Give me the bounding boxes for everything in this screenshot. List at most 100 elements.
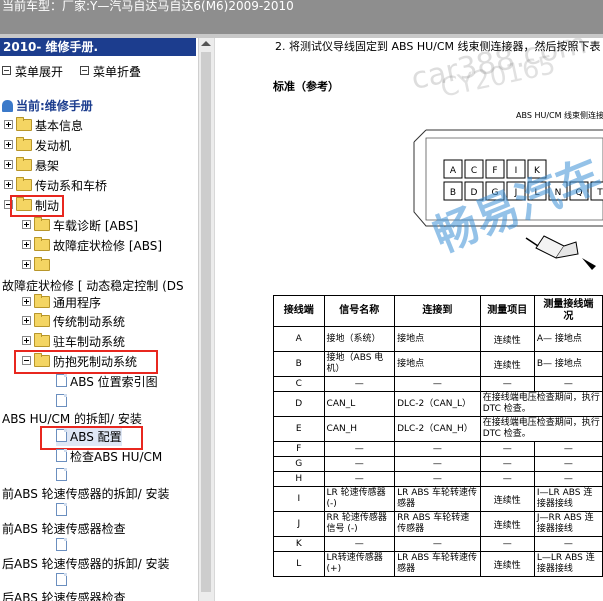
table-body: A 接地（系统） 接地点 连续性 A— 接地点 B 接地（ABS 电机） 接地点 连续性 B— 接… xyxy=(273,326,603,577)
table-row: I LR 轮速传感器 (-) LR ABS 车轮转速传感器 连续性 I—LR ABS 连… xyxy=(273,486,603,512)
expand-icon xyxy=(2,66,11,75)
table-header-cell: 连接到 xyxy=(394,295,481,327)
table-cell: 接地（ABS 电机） xyxy=(323,351,396,377)
vehicle-model-title: 当前车型：厂家:Y—汽马自达马自达6(M6)2009-2010 xyxy=(2,0,294,13)
table-cell: D xyxy=(273,391,325,417)
tree-item-blank-doc[interactable] xyxy=(56,537,70,555)
table-row: G — — — — xyxy=(273,456,603,472)
sidebar-scrollbar[interactable] xyxy=(198,38,214,601)
table-cell: K xyxy=(273,536,325,552)
table-header-row: 接线端 信号名称 连接到 测量项目 测量接线端 况 xyxy=(273,295,603,327)
connector-diagram: ABS HU/CM 线束侧连接 ACFIKBDGJLNQTW xyxy=(413,110,603,270)
tree-item-rear-sensor-removal[interactable]: 后ABS 轮速传感器的拆卸/ 安装 xyxy=(2,555,170,573)
tree-item-front-sensor-removal[interactable]: 前ABS 轮速传感器的拆卸/ 安装 xyxy=(2,485,170,503)
folder-icon xyxy=(34,313,50,327)
expand-toggle-icon xyxy=(4,140,13,149)
tree-item-conventional-brake[interactable]: 传统制动系统 xyxy=(22,313,125,331)
tree-item-symptom-abs[interactable]: 故障症状检修 [ABS] xyxy=(22,237,162,255)
tree-item-obd-abs[interactable]: 车载诊断 [ABS] xyxy=(22,217,138,235)
expand-toggle-icon xyxy=(4,160,13,169)
table-cell: — xyxy=(323,456,396,472)
table-cell: 接地（系统） xyxy=(323,326,396,352)
highlight-box-abs-configuration xyxy=(40,426,143,450)
table-header-cell: 测量接线端 况 xyxy=(533,295,603,327)
folder-icon xyxy=(16,137,32,151)
table-cell: H xyxy=(273,471,325,487)
tree-item-blank-doc[interactable] xyxy=(56,572,70,590)
probe-icon xyxy=(525,235,596,270)
document-icon xyxy=(56,503,67,516)
document-icon xyxy=(56,573,67,586)
step-2-text: 2. 将测试仪导线固定到 ABS HU/CM 线束侧连接器，然后按照下表 xyxy=(275,40,601,53)
table-row: A 接地（系统） 接地点 连续性 A— 接地点 xyxy=(273,326,603,352)
collapse-all-button[interactable]: 菜单折叠 xyxy=(80,63,141,80)
folder-icon xyxy=(16,117,32,131)
table-cell: F xyxy=(273,441,325,457)
tree-item-parking-brake[interactable]: 驻车制动系统 xyxy=(22,333,125,351)
table-cell: — xyxy=(533,456,603,472)
table-cell: LR转速传感器 (+) xyxy=(323,551,396,577)
connector-pin-label: B xyxy=(450,188,456,198)
tree-item-abs-location-index[interactable]: ABS 位置索引图 xyxy=(56,373,158,391)
table-header-cell: 测量项目 xyxy=(479,295,535,327)
tree-item-blank-folder[interactable] xyxy=(22,257,53,275)
connector-inner-frame xyxy=(425,137,603,221)
connector-pin-label: A xyxy=(450,166,457,176)
tree-item-rear-sensor-inspection[interactable]: 后ABS 轮速传感器检查 xyxy=(2,589,126,601)
scrollbar-thumb[interactable] xyxy=(201,52,211,592)
table-cell: — xyxy=(533,536,603,552)
expand-toggle-icon xyxy=(4,120,13,129)
table-cell: — xyxy=(394,471,481,487)
folder-icon xyxy=(34,257,50,271)
table-row: E CAN_H DLC-2（CAN_H） 在接线端电压检查期间，执行 DTC 检查。 xyxy=(273,416,603,442)
table-cell: B xyxy=(273,351,325,377)
current-manual-node[interactable]: 当前:维修手册 xyxy=(2,97,93,115)
table-header-cell: 信号名称 xyxy=(323,295,396,327)
table-cell: 连续性 xyxy=(479,511,535,537)
table-row: K — — — — xyxy=(273,536,603,552)
table-cell: 在接线端电压检查期间，执行 DTC 检查。 xyxy=(479,416,603,442)
connector-pin-label: Q xyxy=(575,188,582,198)
table-cell: J—RR ABS 连接器接线 xyxy=(533,511,603,537)
table-cell: RR ABS 车轮转速传感器 xyxy=(394,511,481,537)
connector-pin-label: L xyxy=(534,188,539,198)
table-row: L LR转速传感器 (+) LR ABS 车轮转速传感器 连续性 L—LR ABS 连接… xyxy=(273,551,603,577)
highlight-box-abs-system xyxy=(14,350,158,374)
tree-item-front-sensor-inspection[interactable]: 前ABS 轮速传感器检查 xyxy=(2,520,126,538)
connector-pin-label: D xyxy=(471,188,478,198)
tree-item-general-procedures[interactable]: 通用程序 xyxy=(22,294,101,312)
connector-pin-label: T xyxy=(596,188,603,198)
expand-all-button[interactable]: 菜单展开 xyxy=(2,63,63,80)
tree-item-symptom-dsc[interactable]: 故障症状检修 [ 动态稳定控制 (DS xyxy=(2,277,184,295)
table-cell: DLC-2（CAN_L） xyxy=(394,391,481,417)
table-cell: 连续性 xyxy=(479,551,535,577)
table-cell: DLC-2（CAN_H） xyxy=(394,416,481,442)
table-row: B 接地（ABS 电机） 接地点 连续性 B— 接地点 xyxy=(273,351,603,377)
table-cell: 接地点 xyxy=(394,351,481,377)
manual-icon xyxy=(2,100,13,112)
connector-caption: ABS HU/CM 线束侧连接 xyxy=(516,110,603,120)
expand-toggle-icon xyxy=(22,336,31,345)
tree-item-drivetrain[interactable]: 传动系和车桥 xyxy=(4,177,107,195)
tree-item-abs-hucm-inspection[interactable]: 检查ABS HU/CM xyxy=(56,448,162,466)
folder-icon xyxy=(16,157,32,171)
table-cell: I—LR ABS 连接器接线 xyxy=(533,486,603,512)
document-icon xyxy=(56,538,67,551)
table-cell: CAN_H xyxy=(323,416,396,442)
table-cell: — xyxy=(479,536,535,552)
table-cell: RR 轮速传感器信号 (-) xyxy=(323,511,396,537)
tree-item-blank-doc[interactable] xyxy=(56,467,70,485)
table-cell: L xyxy=(273,551,325,577)
scroll-up-arrow-icon[interactable] xyxy=(201,41,211,46)
tree-item-blank-doc[interactable] xyxy=(56,393,70,411)
folder-icon xyxy=(34,294,50,308)
tree-item-suspension[interactable]: 悬架 xyxy=(4,157,59,175)
table-cell: 连续性 xyxy=(479,486,535,512)
tree-item-engine[interactable]: 发动机 xyxy=(4,137,71,155)
tree-item-blank-doc[interactable] xyxy=(56,502,70,520)
table-cell: — xyxy=(533,376,603,392)
table-cell: 连续性 xyxy=(479,351,535,377)
tree-item-basic-info[interactable]: 基本信息 xyxy=(4,117,83,135)
connector-pin-label: G xyxy=(492,188,499,198)
table-cell: — xyxy=(323,536,396,552)
